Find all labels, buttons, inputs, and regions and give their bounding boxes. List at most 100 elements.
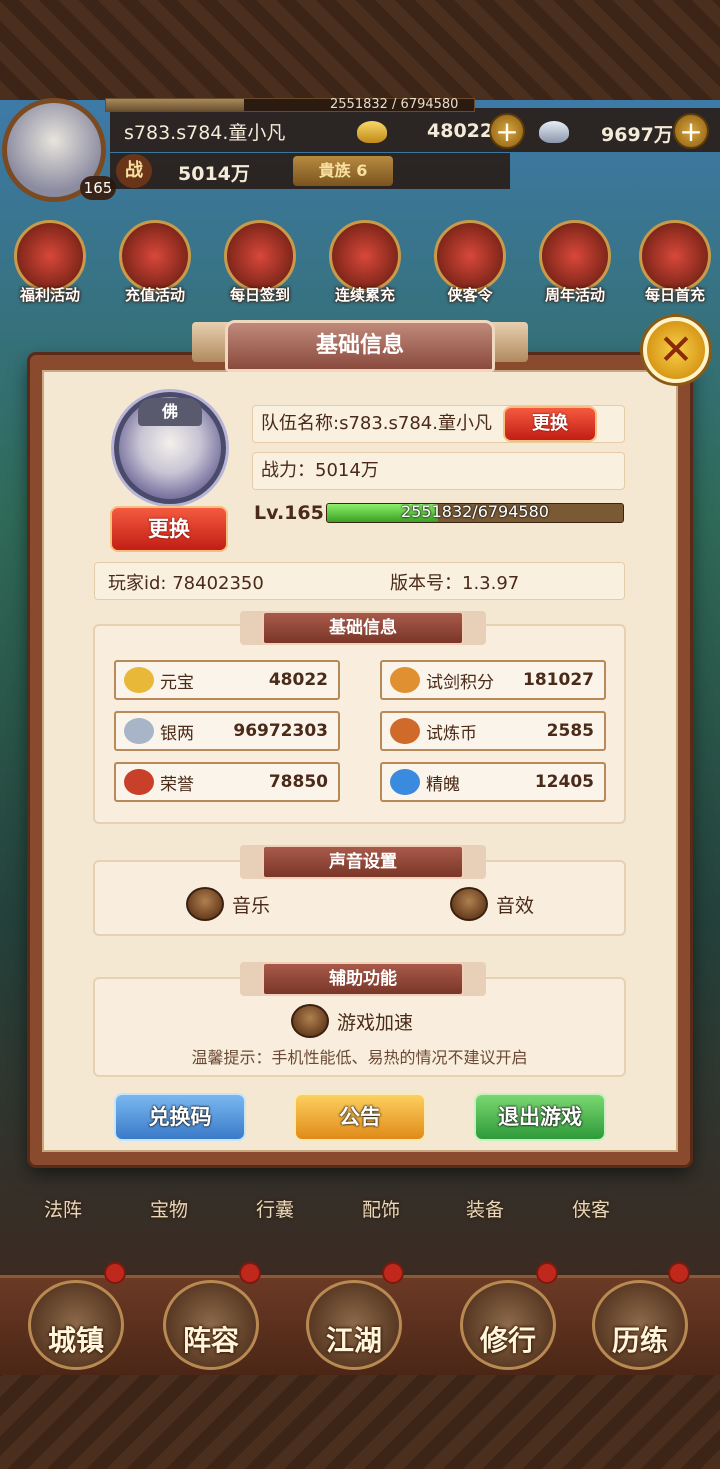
activity-4[interactable]: 侠客令: [425, 220, 515, 305]
change-avatar-button[interactable]: 更换: [110, 506, 228, 552]
hud-gold-value: 48022: [427, 120, 494, 142]
resource-row: 荣誉 78850: [114, 762, 340, 802]
sound-section-title: 声音设置: [262, 845, 464, 879]
sub-nav-item[interactable]: 装备: [466, 1195, 504, 1222]
hud-power-value: 5014万: [178, 163, 250, 185]
version-number: 版本号：1.3.97: [390, 573, 520, 594]
quit-game-button[interactable]: 退出游戏: [474, 1093, 606, 1141]
level-label: Lv.165: [254, 502, 324, 524]
music-toggle[interactable]: 音乐: [186, 887, 270, 921]
sub-nav-item[interactable]: 配饰: [362, 1195, 400, 1222]
resources-section-title: 基础信息: [262, 611, 464, 645]
resource-row: 精魄 12405: [380, 762, 606, 802]
resource-value: 96972303: [233, 721, 328, 741]
activity-2[interactable]: 每日签到: [215, 220, 305, 305]
bottom-nav-label: 江湖: [325, 1324, 382, 1357]
trial-coin-icon: [390, 718, 420, 744]
gold-ingot-icon: [124, 667, 154, 693]
activity-icon: [224, 220, 296, 292]
bottom-nav-item[interactable]: 阵容: [163, 1280, 259, 1370]
notification-dot: [104, 1262, 126, 1284]
sword-token-icon: [390, 667, 420, 693]
activity-icon: [639, 220, 711, 292]
resource-value: 48022: [268, 670, 328, 690]
notification-dot: [536, 1262, 558, 1284]
resource-value: 181027: [523, 670, 594, 690]
resource-label: 试炼币: [426, 723, 477, 744]
performance-tip: 温馨提示：手机性能低、易热的情况不建议开启: [191, 1048, 528, 1067]
silver-ingot-icon: [124, 718, 154, 744]
resource-label: 银两: [160, 723, 194, 744]
activity-icon: [434, 220, 506, 292]
activity-5[interactable]: 周年活动: [530, 220, 620, 305]
activity-label: 每日首充: [644, 286, 705, 304]
add-silver-button[interactable]: +: [673, 113, 709, 149]
sub-nav-item[interactable]: 侠客: [572, 1195, 610, 1222]
silver-ingot-icon: [539, 121, 569, 143]
redeem-code-button[interactable]: 兑换码: [114, 1093, 246, 1141]
sub-nav-item[interactable]: 行囊: [256, 1195, 294, 1222]
exp-bar-text: 2551832/6794580: [401, 502, 549, 521]
activity-label: 连续累充: [334, 286, 395, 304]
sfx-toggle[interactable]: 音效: [450, 887, 534, 921]
bottom-nav-label: 历练: [611, 1324, 668, 1357]
bottom-nav-item[interactable]: 江湖: [306, 1280, 402, 1370]
activity-1[interactable]: 充值活动: [110, 220, 200, 305]
add-gold-button[interactable]: +: [489, 113, 525, 149]
music-label: 音乐: [232, 894, 271, 917]
spirit-icon: [390, 769, 420, 795]
notice-button[interactable]: 公告: [294, 1093, 426, 1141]
bottom-pattern-background: [0, 1375, 720, 1469]
notification-dot: [382, 1262, 404, 1284]
resource-row: 试剑积分 181027: [380, 660, 606, 700]
activity-icon: [539, 220, 611, 292]
activity-label: 充值活动: [124, 286, 185, 304]
activity-0[interactable]: 福利活动: [5, 220, 95, 305]
resource-label: 荣誉: [160, 774, 194, 795]
activity-label: 福利活动: [19, 286, 80, 304]
activity-label: 侠客令: [447, 286, 493, 304]
toggle-knob-icon: [450, 887, 488, 921]
activity-label: 每日签到: [229, 286, 290, 304]
notification-dot: [239, 1262, 261, 1284]
resource-label: 元宝: [160, 672, 194, 693]
activity-label: 周年活动: [544, 286, 605, 304]
activity-icon: [14, 220, 86, 292]
bottom-nav-item[interactable]: 修行: [460, 1280, 556, 1370]
close-button[interactable]: ✕: [643, 317, 709, 383]
resource-row: 试炼币 2585: [380, 711, 606, 751]
bottom-nav-label: 修行: [479, 1324, 536, 1357]
activity-3[interactable]: 连续累充: [320, 220, 410, 305]
resource-value: 78850: [268, 772, 328, 792]
assist-section-title: 辅助功能: [262, 962, 464, 996]
speedup-label: 游戏加速: [337, 1011, 414, 1034]
sub-nav-item[interactable]: 宝物: [150, 1195, 188, 1222]
sfx-label: 音效: [496, 894, 535, 917]
resource-row: 元宝 48022: [114, 660, 340, 700]
resource-value: 12405: [534, 772, 594, 792]
speedup-toggle[interactable]: 游戏加速: [291, 1004, 413, 1038]
sub-nav-item[interactable]: 法阵: [44, 1195, 82, 1222]
activity-icon: [329, 220, 401, 292]
avatar-hat-glyph: 佛: [138, 398, 202, 426]
top-pattern-background: [0, 0, 720, 100]
activity-6[interactable]: 每日首充: [630, 220, 720, 305]
bottom-nav-label: 阵容: [182, 1324, 239, 1357]
hud-player-name: s783.s784.童小凡: [124, 122, 286, 144]
power-icon: 战: [116, 154, 152, 188]
toggle-knob-icon: [186, 887, 224, 921]
change-team-name-button[interactable]: 更换: [503, 406, 597, 442]
noble-badge[interactable]: 貴族 6: [293, 156, 393, 186]
bottom-nav-item[interactable]: 历练: [592, 1280, 688, 1370]
resource-label: 试剑积分: [426, 672, 494, 693]
hud-exp-fill: [106, 99, 244, 111]
notification-dot: [668, 1262, 690, 1284]
dialog-title: 基础信息: [225, 320, 495, 372]
resource-row: 银两 96972303: [114, 711, 340, 751]
bottom-nav-item[interactable]: 城镇: [28, 1280, 124, 1370]
power-field: 战力：5014万: [252, 452, 625, 490]
hud-exp-text: 2551832 / 6794580: [330, 97, 459, 112]
gold-ingot-icon: [357, 121, 387, 143]
toggle-knob-icon: [291, 1004, 329, 1038]
resource-value: 2585: [546, 721, 594, 741]
